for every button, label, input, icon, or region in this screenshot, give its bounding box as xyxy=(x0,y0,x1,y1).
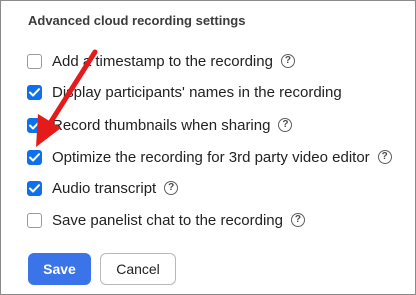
checkbox[interactable] xyxy=(27,84,42,100)
settings-title: Advanced cloud recording settings xyxy=(28,13,246,28)
checkmark-icon xyxy=(29,183,40,192)
option-optimize-for-editor[interactable]: Optimize the recording for 3rd party vid… xyxy=(27,146,392,168)
checkbox[interactable] xyxy=(27,117,42,133)
checkbox[interactable] xyxy=(27,53,42,69)
option-record-thumbnails[interactable]: Record thumbnails when sharing ? xyxy=(27,114,293,136)
help-icon[interactable]: ? xyxy=(280,54,295,68)
checkbox[interactable] xyxy=(27,212,42,228)
checkmark-icon xyxy=(29,87,40,96)
help-icon[interactable]: ? xyxy=(377,150,392,164)
help-icon[interactable]: ? xyxy=(290,213,305,227)
option-label: Display participants' names in the recor… xyxy=(52,83,342,101)
option-label: Add a timestamp to the recording xyxy=(52,52,273,70)
save-button[interactable]: Save xyxy=(28,253,91,285)
option-label: Optimize the recording for 3rd party vid… xyxy=(52,148,370,166)
cancel-button[interactable]: Cancel xyxy=(100,253,176,285)
help-icon[interactable]: ? xyxy=(164,181,179,195)
option-audio-transcript[interactable]: Audio transcript ? xyxy=(27,177,179,199)
option-add-timestamp[interactable]: Add a timestamp to the recording ? xyxy=(27,50,295,72)
help-icon[interactable]: ? xyxy=(278,118,293,132)
option-display-participant-names[interactable]: Display participants' names in the recor… xyxy=(27,81,342,103)
checkbox[interactable] xyxy=(27,180,42,196)
recording-settings-panel: Advanced cloud recording settings Add a … xyxy=(0,0,416,295)
option-label: Audio transcript xyxy=(52,179,157,197)
option-label: Record thumbnails when sharing xyxy=(52,116,271,134)
checkbox[interactable] xyxy=(27,149,42,165)
checkmark-icon xyxy=(29,152,40,161)
checkmark-icon xyxy=(29,120,40,129)
option-save-panelist-chat[interactable]: Save panelist chat to the recording ? xyxy=(27,209,305,231)
option-label: Save panelist chat to the recording xyxy=(52,211,283,229)
